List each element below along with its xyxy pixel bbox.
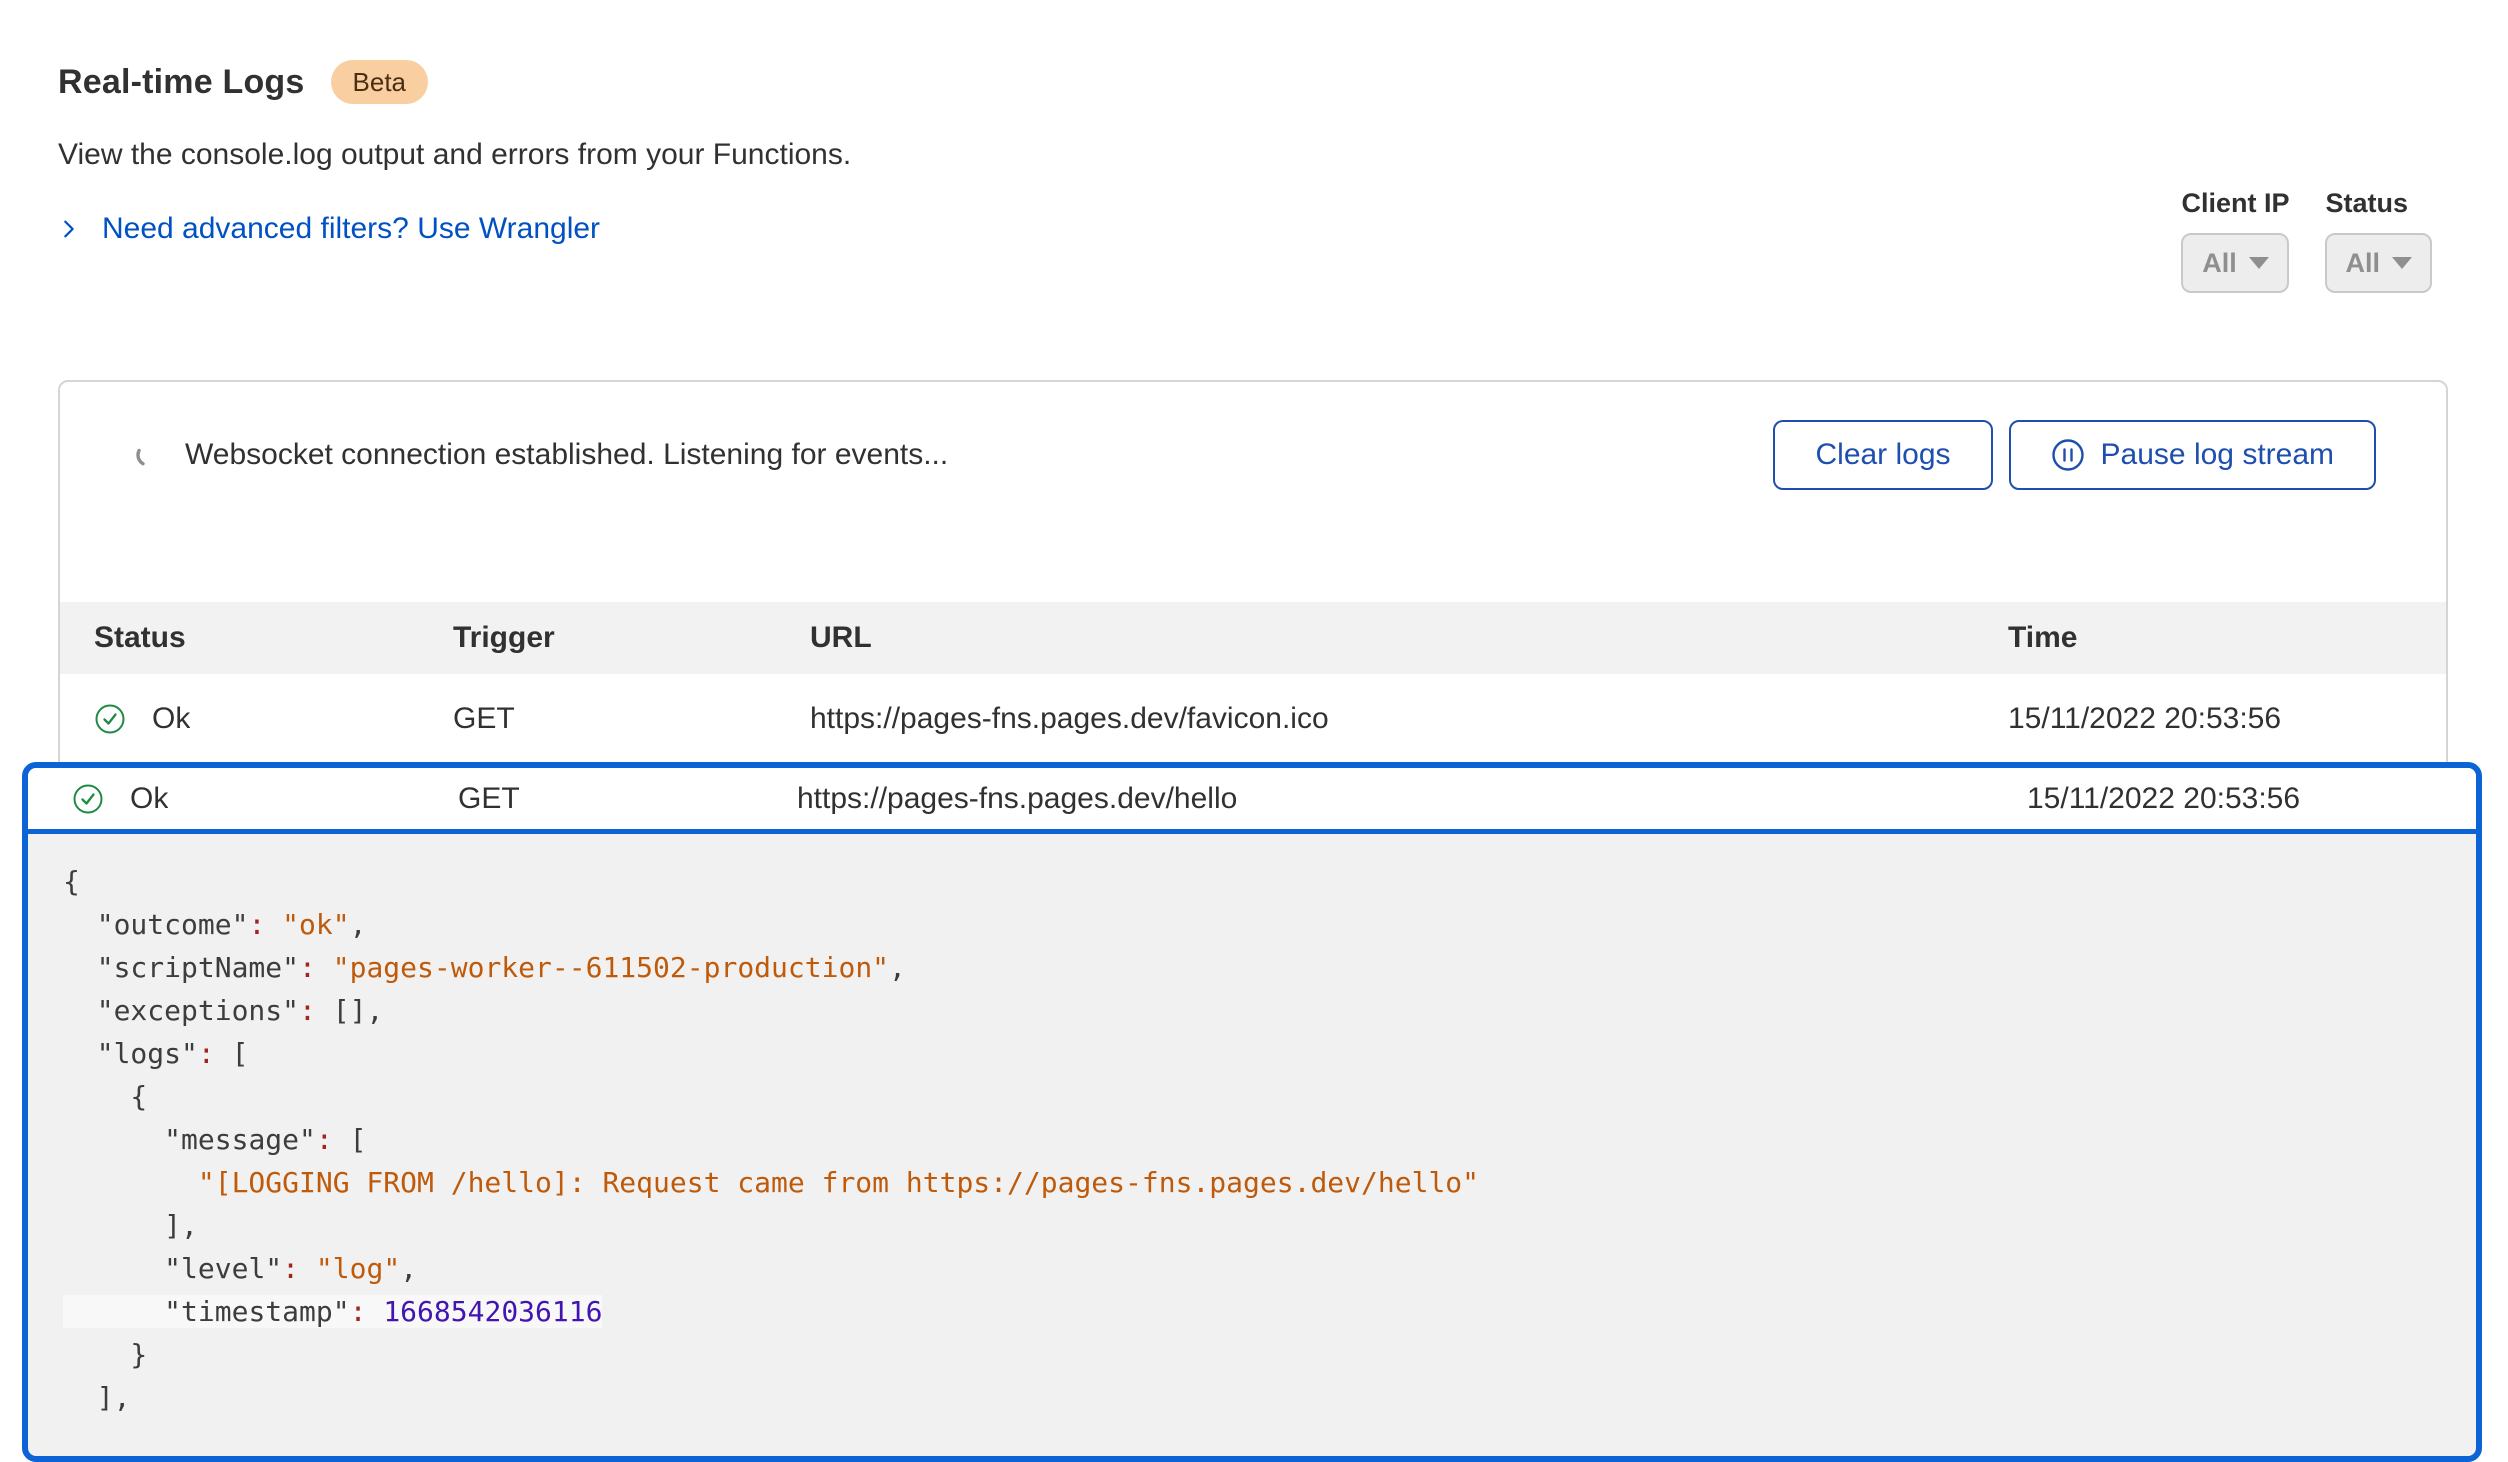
url-value: https://pages-fns.pages.dev/hello: [797, 782, 2027, 816]
column-header-status: Status: [94, 621, 453, 655]
pause-log-stream-label: Pause log stream: [2101, 438, 2334, 472]
chevron-right-icon: [58, 218, 80, 240]
status-filter-label: Status: [2325, 188, 2432, 219]
clear-logs-label: Clear logs: [1815, 438, 1950, 472]
status-select[interactable]: All: [2325, 233, 2432, 293]
pause-icon: [2051, 438, 2085, 472]
page-header: Real-time Logs Beta View the console.log…: [58, 60, 851, 246]
client-ip-value: All: [2202, 248, 2237, 279]
status-value: Ok: [130, 782, 168, 816]
caret-down-icon: [2249, 257, 2269, 269]
expanded-log-entry: Ok GET https://pages-fns.pages.dev/hello…: [22, 762, 2482, 1462]
status-value: Ok: [152, 702, 190, 736]
spinner-icon: [135, 442, 161, 468]
time-value: 15/11/2022 20:53:56: [2008, 702, 2416, 736]
column-header-url: URL: [810, 621, 2008, 655]
connection-bar: Websocket connection established. Listen…: [60, 382, 2446, 527]
column-header-trigger: Trigger: [453, 621, 810, 655]
log-json-output: { "outcome": "ok", "scriptName": "pages-…: [28, 834, 2476, 1439]
page-title: Real-time Logs: [58, 63, 305, 102]
caret-down-icon: [2392, 257, 2412, 269]
time-value: 15/11/2022 20:53:56: [2027, 782, 2446, 816]
log-table-header: Status Trigger URL Time: [60, 602, 2446, 674]
pause-log-stream-button[interactable]: Pause log stream: [2009, 420, 2376, 490]
client-ip-label: Client IP: [2181, 188, 2289, 219]
wrangler-link[interactable]: Need advanced filters? Use Wrangler: [102, 212, 600, 246]
connection-status-text: Websocket connection established. Listen…: [185, 438, 948, 472]
advanced-filters-toggle[interactable]: Need advanced filters? Use Wrangler: [58, 212, 851, 246]
trigger-value: GET: [458, 782, 797, 816]
trigger-value: GET: [453, 702, 810, 736]
check-circle-icon: [94, 703, 126, 735]
beta-badge: Beta: [331, 60, 429, 104]
status-filter-value: All: [2345, 248, 2380, 279]
filters: Client IP All Status All: [2181, 188, 2432, 293]
check-circle-icon: [72, 783, 104, 815]
log-table-row-expanded[interactable]: Ok GET https://pages-fns.pages.dev/hello…: [28, 768, 2476, 834]
page-subtitle: View the console.log output and errors f…: [58, 138, 851, 172]
url-value: https://pages-fns.pages.dev/favicon.ico: [810, 702, 2008, 736]
clear-logs-button[interactable]: Clear logs: [1773, 420, 1992, 490]
column-header-time: Time: [2008, 621, 2416, 655]
log-table-row[interactable]: Ok GET https://pages-fns.pages.dev/favic…: [60, 674, 2446, 764]
client-ip-select[interactable]: All: [2181, 233, 2289, 293]
